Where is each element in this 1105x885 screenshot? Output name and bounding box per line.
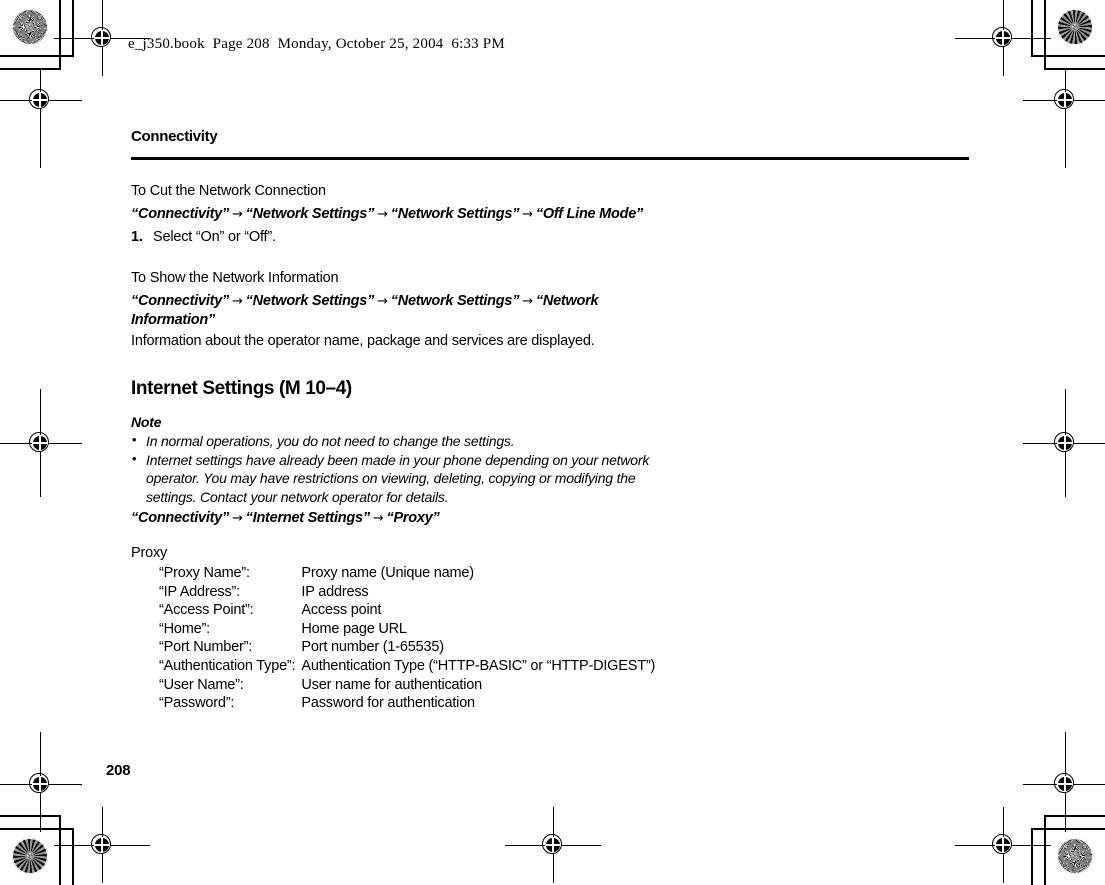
menu-path-show-network-info: “Connectivity” → “Network Settings” → “Netwo… [131,292,676,329]
header-rule [131,157,969,160]
crop-mark-top-right-v1 [1044,0,1046,69]
table-row: “Authentication Type”: Authentication Ty… [159,657,655,676]
param-key: “Proxy Name”: [159,565,250,581]
page-content: Connectivity To Cut the Network Connecti… [131,128,971,713]
note-heading: Note [131,414,162,430]
crop-mark-top-left-v1 [59,0,61,69]
arrow-right-icon: → [232,294,243,309]
crop-mark-bottom-right-h1 [1031,828,1105,830]
arrow-right-icon: → [377,294,388,309]
arrow-right-icon: → [522,294,533,309]
proxy-group-label: Proxy [131,545,168,561]
table-row: “Password”: Password for authentication [159,694,655,713]
menu-path-step: “Network Settings” [390,293,520,309]
param-value: Access point [301,602,382,619]
crop-mark-top-left-v2 [72,0,74,56]
crop-mark-bottom-right-v1 [1044,816,1046,885]
param-key: “Port Number”: [159,639,253,656]
menu-path-step: “Connectivity” [131,510,230,526]
crop-mark-top-right-h1 [1031,55,1105,57]
step-list-cut-connection: 1. Select “On” or “Off”. [131,228,971,247]
note-text: In normal operations, you do not need to… [146,433,515,449]
menu-path-step: “Network Settings” [245,206,375,222]
registration-rosette-top-right [1057,9,1093,45]
crop-mark-bottom-right-v2 [1031,829,1033,885]
list-item: • Internet settings have already been mad… [131,451,666,507]
table-row: “Proxy Name”: Proxy name (Unique name) [159,564,655,583]
param-key: “User Name”: [159,676,244,693]
list-item: • In normal operations, you do not need t… [131,432,666,451]
arrow-right-icon: → [522,207,533,222]
section-heading-internet-settings: Internet Settings (M 10–4) [131,378,352,399]
list-item: 1. Select “On” or “Off”. [131,228,971,247]
crop-mark-bottom-left-v2 [72,829,74,885]
param-value: User name for authentication [301,676,482,693]
bullet-icon: • [132,450,137,466]
menu-path-cut-connection: “Connectivity” → “Network Settings” → “Netwo… [131,205,676,224]
registration-rosette-bottom-left [12,838,48,874]
note-list: • In normal operations, you do not need t… [131,432,971,506]
arrow-right-icon: → [377,207,388,222]
menu-path-step: “Connectivity” [131,206,230,222]
body-text-network-info: Information about the operator name, pac… [131,333,595,349]
crop-mark-bottom-left-h1 [0,828,74,830]
arrow-right-icon: → [232,511,243,526]
table-row: “IP Address”: IP address [159,583,655,602]
registration-rosette-top-left [12,9,48,45]
crop-mark-top-left-h1 [0,55,74,57]
subhead-cut-connection: To Cut the Network Connection [131,183,326,199]
crop-mark-bottom-left-v1 [59,816,61,885]
arrow-right-icon: → [372,511,384,526]
registration-rosette-bottom-right [1057,838,1093,874]
printed-page-canvas: e_j350.book Page 208 Monday, October 25,… [0,0,1105,885]
note-text: Internet settings have already been made… [146,451,650,505]
menu-path-step: “Network Settings” [390,206,520,222]
table-row: “User Name”: User name for authenticatio… [159,676,655,695]
crop-mark-top-left-h2 [0,68,61,70]
menu-path-step: “Off Line Mode” [535,206,644,222]
param-value: Password for authentication [301,695,475,712]
step-number: 1. [131,229,143,245]
param-value: IP address [301,583,369,600]
bullet-icon: • [132,432,137,447]
menu-path-step: “Connectivity” [131,293,230,309]
param-value: Port number (1-65535) [301,639,444,656]
proxy-parameter-table: “Proxy Name”: Proxy name (Unique name) “… [159,564,655,713]
arrow-right-icon: → [232,207,243,222]
table-row: “Home”: Home page URL [159,620,655,639]
subhead-show-network-info: To Show the Network Information [131,270,339,286]
step-text: Select “On” or “Off”. [153,229,276,245]
menu-path-internet-settings: “Connectivity” → “Internet Settings” → “Prox… [131,509,676,528]
menu-path-step: “Internet Settings” [245,510,370,526]
param-key: “Authentication Type”: [159,657,296,674]
param-key: “Access Point”: [159,602,254,619]
menu-path-step: “Network Settings” [245,293,375,309]
menu-path-step: “Proxy” [386,510,440,526]
param-key: “Home”: [159,620,210,637]
crop-mark-top-right-v2 [1031,0,1033,56]
page-number: 208 [106,762,131,779]
param-key: “IP Address”: [159,583,240,600]
table-row: “Port Number”: Port number (1-65535) [159,638,655,657]
param-value: Home page URL [301,620,407,637]
crop-mark-top-right-h2 [1044,68,1105,70]
param-value: Proxy name (Unique name) [301,565,474,581]
table-row: “Access Point”: Access point [159,601,655,620]
crop-mark-bottom-right-h2 [1044,815,1105,817]
file-slug-line: e_j350.book Page 208 Monday, October 25,… [128,36,505,52]
running-head: Connectivity [131,128,218,145]
crop-mark-bottom-left-h2 [0,815,61,817]
param-value: Authentication Type (“HTTP-BASIC” or “HT… [301,657,656,674]
param-key: “Password”: [159,695,235,712]
